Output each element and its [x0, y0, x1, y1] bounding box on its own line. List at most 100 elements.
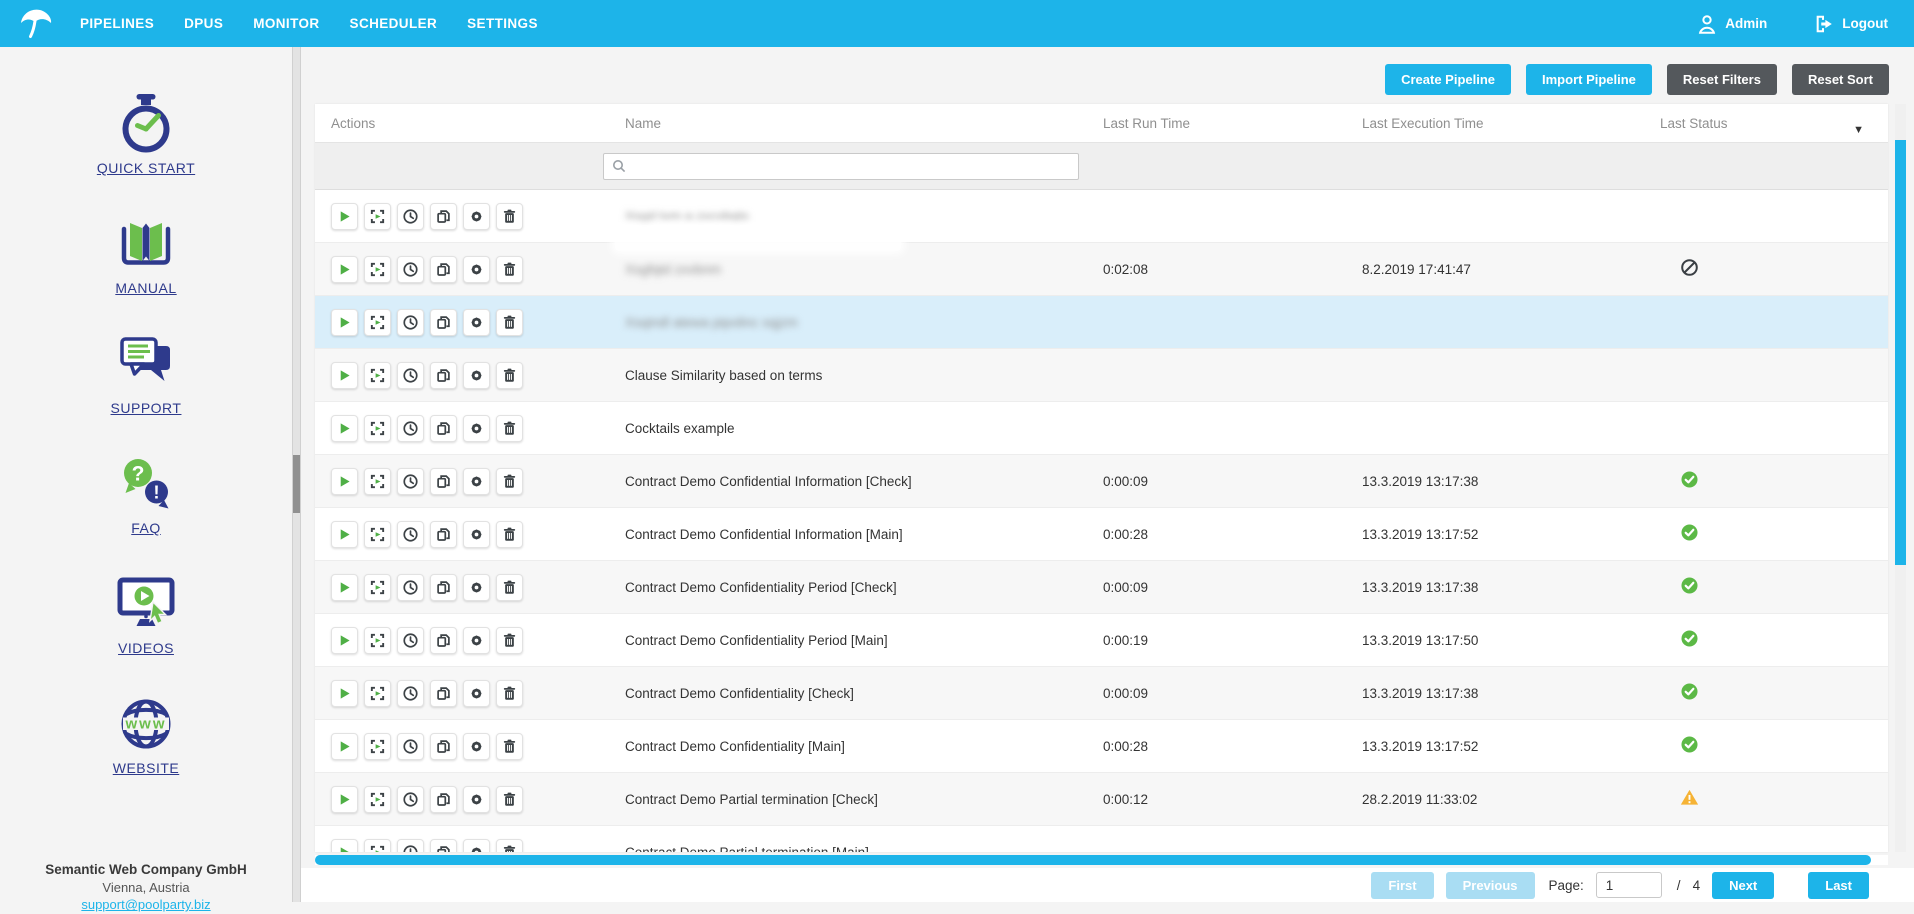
run-action-button[interactable] — [331, 362, 358, 389]
sidebar-item-videos[interactable]: VIDEOS — [0, 572, 292, 658]
copy-action-button[interactable] — [430, 203, 457, 230]
debug-action-button[interactable] — [364, 839, 391, 853]
run-action-button[interactable] — [331, 733, 358, 760]
sidebar-item-faq[interactable]: ?!FAQ — [0, 452, 292, 538]
sidebar-item-website[interactable]: wwwWEBSITE — [0, 692, 292, 778]
sidebar-item-label[interactable]: VIDEOS — [118, 640, 174, 656]
run-action-button[interactable] — [331, 415, 358, 442]
run-action-button[interactable] — [331, 786, 358, 813]
copy-action-button[interactable] — [430, 680, 457, 707]
run-action-button[interactable] — [331, 627, 358, 654]
sidebar-item-label[interactable]: FAQ — [131, 520, 161, 536]
nav-item-settings[interactable]: SETTINGS — [467, 16, 538, 31]
schedule-action-button[interactable] — [397, 627, 424, 654]
debug-action-button[interactable] — [364, 362, 391, 389]
previous-page-button[interactable]: Previous — [1446, 872, 1535, 899]
column-header-name[interactable]: Name — [625, 116, 1103, 131]
last-page-button[interactable]: Last — [1808, 872, 1869, 899]
copy-action-button[interactable] — [430, 521, 457, 548]
vertical-scrollbar[interactable] — [1895, 104, 1906, 852]
run-action-button[interactable] — [331, 309, 358, 336]
nav-item-scheduler[interactable]: SCHEDULER — [350, 16, 438, 31]
nav-item-monitor[interactable]: MONITOR — [253, 16, 319, 31]
copy-action-button[interactable] — [430, 256, 457, 283]
horizontal-scrollbar-thumb[interactable] — [315, 855, 1871, 865]
settings-action-button[interactable] — [463, 786, 490, 813]
column-header-last-execution-time[interactable]: Last Execution Time — [1362, 116, 1660, 131]
delete-action-button[interactable] — [496, 521, 523, 548]
import-pipeline-button[interactable]: Import Pipeline — [1526, 64, 1652, 95]
run-action-button[interactable] — [331, 680, 358, 707]
run-action-button[interactable] — [331, 574, 358, 601]
debug-action-button[interactable] — [364, 521, 391, 548]
run-action-button[interactable] — [331, 256, 358, 283]
logout-button[interactable]: Logout — [1813, 13, 1888, 35]
copy-action-button[interactable] — [430, 468, 457, 495]
sidebar-scrollbar-thumb[interactable] — [293, 455, 300, 513]
debug-action-button[interactable] — [364, 733, 391, 760]
settings-action-button[interactable] — [463, 468, 490, 495]
schedule-action-button[interactable] — [397, 415, 424, 442]
copy-action-button[interactable] — [430, 627, 457, 654]
reset-filters-button[interactable]: Reset Filters — [1667, 64, 1777, 95]
schedule-action-button[interactable] — [397, 309, 424, 336]
settings-action-button[interactable] — [463, 309, 490, 336]
sidebar-scrollbar[interactable] — [292, 47, 301, 902]
settings-action-button[interactable] — [463, 415, 490, 442]
settings-action-button[interactable] — [463, 362, 490, 389]
brand-logo-icon[interactable] — [18, 6, 54, 42]
schedule-action-button[interactable] — [397, 256, 424, 283]
debug-action-button[interactable] — [364, 574, 391, 601]
copy-action-button[interactable] — [430, 415, 457, 442]
debug-action-button[interactable] — [364, 309, 391, 336]
schedule-action-button[interactable] — [397, 521, 424, 548]
create-pipeline-button[interactable]: Create Pipeline — [1385, 64, 1511, 95]
schedule-action-button[interactable] — [397, 786, 424, 813]
next-page-button[interactable]: Next — [1712, 872, 1774, 899]
sidebar-item-quick-start[interactable]: QUICK START — [0, 92, 292, 178]
debug-action-button[interactable] — [364, 256, 391, 283]
schedule-action-button[interactable] — [397, 733, 424, 760]
delete-action-button[interactable] — [496, 468, 523, 495]
settings-action-button[interactable] — [463, 521, 490, 548]
schedule-action-button[interactable] — [397, 362, 424, 389]
copy-action-button[interactable] — [430, 733, 457, 760]
settings-action-button[interactable] — [463, 839, 490, 853]
copy-action-button[interactable] — [430, 839, 457, 853]
reset-sort-button[interactable]: Reset Sort — [1792, 64, 1889, 95]
delete-action-button[interactable] — [496, 256, 523, 283]
copy-action-button[interactable] — [430, 574, 457, 601]
delete-action-button[interactable] — [496, 362, 523, 389]
settings-action-button[interactable] — [463, 733, 490, 760]
vertical-scrollbar-thumb[interactable] — [1895, 140, 1906, 565]
sidebar-item-label[interactable]: MANUAL — [115, 280, 176, 296]
sidebar-item-label[interactable]: WEBSITE — [113, 760, 180, 776]
settings-action-button[interactable] — [463, 203, 490, 230]
first-page-button[interactable]: First — [1371, 872, 1433, 899]
run-action-button[interactable] — [331, 203, 358, 230]
debug-action-button[interactable] — [364, 203, 391, 230]
sidebar-item-manual[interactable]: MANUAL — [0, 212, 292, 298]
delete-action-button[interactable] — [496, 627, 523, 654]
nav-item-pipelines[interactable]: PIPELINES — [80, 16, 154, 31]
chevron-down-icon[interactable]: ▼ — [1853, 125, 1864, 136]
settings-action-button[interactable] — [463, 627, 490, 654]
user-menu[interactable]: Admin — [1696, 13, 1767, 35]
schedule-action-button[interactable] — [397, 680, 424, 707]
run-action-button[interactable] — [331, 521, 358, 548]
delete-action-button[interactable] — [496, 680, 523, 707]
copy-action-button[interactable] — [430, 362, 457, 389]
run-action-button[interactable] — [331, 468, 358, 495]
debug-action-button[interactable] — [364, 680, 391, 707]
schedule-action-button[interactable] — [397, 839, 424, 853]
delete-action-button[interactable] — [496, 786, 523, 813]
schedule-action-button[interactable] — [397, 468, 424, 495]
settings-action-button[interactable] — [463, 574, 490, 601]
debug-action-button[interactable] — [364, 786, 391, 813]
settings-action-button[interactable] — [463, 256, 490, 283]
copy-action-button[interactable] — [430, 309, 457, 336]
sidebar-item-support[interactable]: SUPPORT — [0, 332, 292, 418]
delete-action-button[interactable] — [496, 203, 523, 230]
delete-action-button[interactable] — [496, 839, 523, 853]
nav-item-dpus[interactable]: DPUS — [184, 16, 223, 31]
